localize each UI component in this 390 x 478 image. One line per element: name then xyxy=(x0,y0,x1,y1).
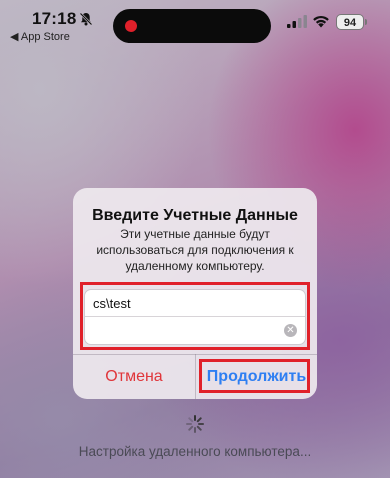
wifi-icon xyxy=(313,15,329,28)
connection-status-text: Настройка удаленного компьютера... xyxy=(78,444,312,459)
back-to-app-store-link[interactable]: ◀ App Store xyxy=(10,30,70,43)
loading-spinner-icon xyxy=(186,415,204,433)
battery-tip xyxy=(365,19,367,25)
dynamic-island xyxy=(113,9,271,43)
highlight-box-fields xyxy=(80,282,310,350)
status-time: 17:18 xyxy=(32,9,77,28)
dialog-title: Введите Учетные Данные xyxy=(92,207,298,224)
bell-slash-icon xyxy=(79,12,93,26)
signal-icon xyxy=(287,15,307,28)
highlight-box-continue xyxy=(199,359,310,393)
cancel-button[interactable]: Отмена xyxy=(73,355,195,399)
battery-icon: 94 xyxy=(336,14,364,30)
dialog-message: Эти учетные данные будут использоваться … xyxy=(96,227,294,273)
status-bar: 17:18 ◀ App Store 94 xyxy=(0,0,390,44)
recording-indicator-icon xyxy=(125,20,137,32)
